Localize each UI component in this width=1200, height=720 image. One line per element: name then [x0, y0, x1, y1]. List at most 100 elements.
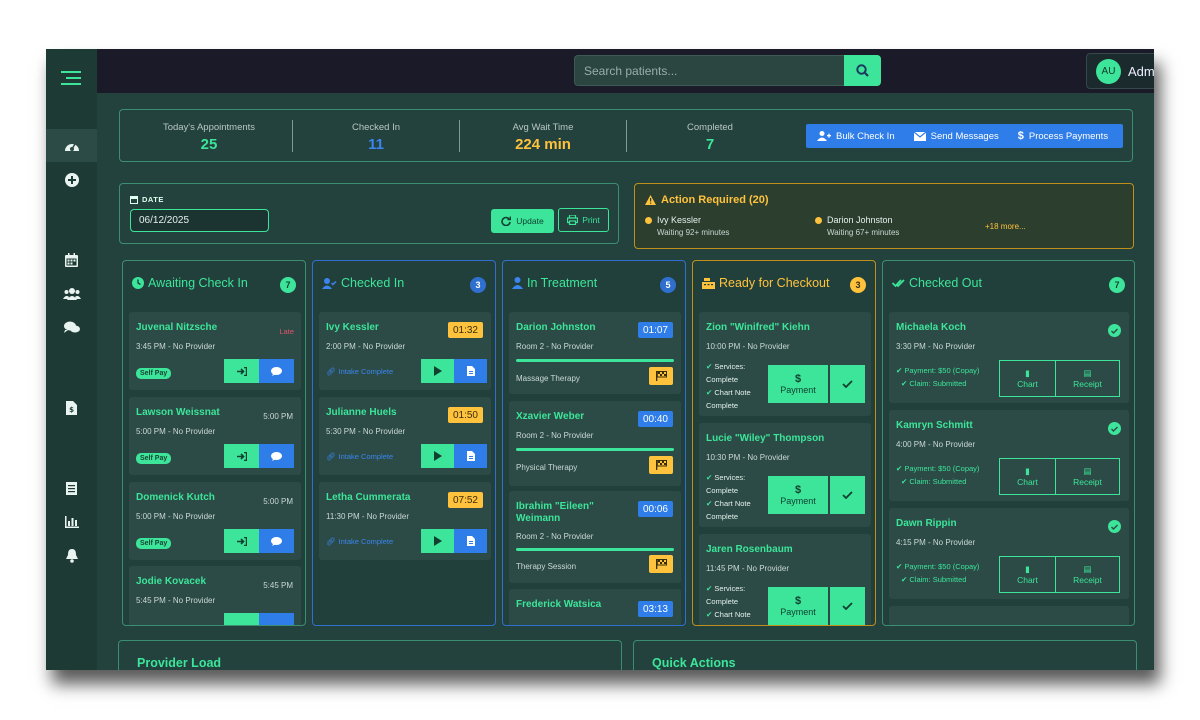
check-in-button[interactable] — [224, 529, 259, 553]
process-payments-button[interactable]: $ Process Payments — [1018, 130, 1108, 142]
column-title-wrap: Checked In — [322, 276, 404, 290]
print-button[interactable]: Print — [558, 208, 609, 232]
patient-card[interactable]: Lucie "Wiley" Thompson 10:30 PM - No Pro… — [699, 423, 871, 527]
start-treatment-button[interactable] — [421, 359, 454, 383]
document-button[interactable] — [454, 359, 487, 383]
patient-card[interactable]: Ibrahim "Eileen" Weimann 00:06 Room 2 - … — [509, 491, 681, 583]
action-item[interactable]: Ivy Kessler Waiting 92+ minutes — [645, 215, 729, 237]
search-input[interactable] — [574, 55, 844, 86]
patient-card[interactable]: Juvenal Nitzsche Late 3:45 PM - No Provi… — [129, 312, 301, 390]
appointment-time: 4:00 PM - No Provider — [896, 440, 976, 449]
patient-card[interactable]: Domenick Kutch 5:00 PM 5:00 PM - No Prov… — [129, 482, 301, 560]
room-info: Room 2 - No Provider — [516, 342, 594, 351]
payment-button[interactable]: $ Payment — [768, 587, 828, 625]
patient-card[interactable]: Jaren Rosenbaum 11:45 PM - No Provider ✔… — [699, 534, 871, 625]
stat-value: 7 — [705, 136, 715, 153]
patient-name: Letha Cummerata — [326, 492, 411, 503]
menu-toggle-icon[interactable] — [46, 61, 97, 94]
message-button[interactable] — [259, 529, 294, 553]
insurance-badge: Self Pay — [136, 538, 172, 549]
room-info: Room 2 - No Provider — [516, 532, 594, 541]
service-name: Physical Therapy — [516, 463, 578, 472]
flag-checkered-icon — [655, 371, 667, 381]
finish-button[interactable] — [649, 456, 673, 474]
scheduled-time: 5:45 PM — [263, 581, 293, 590]
complete-checkout-button[interactable] — [830, 365, 865, 403]
check-in-button[interactable] — [224, 444, 259, 468]
patient-card[interactable]: Darion Johnston 01:07 Room 2 - No Provid… — [509, 312, 681, 394]
column-title: In Treatment — [527, 276, 598, 290]
stat-value: 224 min — [515, 136, 571, 153]
bar-chart-icon[interactable] — [46, 505, 97, 538]
bulk-check-in-button[interactable]: Bulk Check In — [817, 131, 895, 142]
action-item[interactable]: Darion Johnston Waiting 67+ minutes — [815, 215, 899, 237]
check-icon — [842, 602, 853, 610]
treatment-progress — [516, 359, 674, 362]
calendar-icon[interactable] — [46, 243, 97, 276]
date-label: DATE — [142, 195, 164, 204]
patient-card[interactable]: Letha Cummerata 07:52 11:30 PM - No Prov… — [319, 482, 491, 560]
comment-icon — [271, 536, 282, 546]
bell-icon[interactable] — [46, 539, 97, 572]
chart-button[interactable]: ▮ Chart — [999, 556, 1056, 593]
start-treatment-button[interactable] — [421, 529, 454, 553]
refresh-icon — [501, 216, 512, 226]
patient-card[interactable]: Kamryn Schmitt 4:00 PM - No Provider ✔ P… — [889, 410, 1129, 501]
message-button[interactable] — [259, 613, 294, 625]
check-in-button[interactable] — [224, 359, 259, 383]
complete-checkout-button[interactable] — [830, 587, 865, 625]
check-icon — [842, 491, 853, 499]
update-button[interactable]: Update — [491, 209, 554, 233]
patient-card[interactable]: Dawn Rippin 4:15 PM - No Provider ✔ Paym… — [889, 508, 1129, 599]
intake-status-label: Intake Complete — [338, 452, 394, 461]
finish-button[interactable] — [649, 367, 673, 385]
document-button[interactable] — [454, 444, 487, 468]
patient-card[interactable]: Julianne Huels 01:50 5:30 PM - No Provid… — [319, 397, 491, 475]
date-input[interactable]: 06/12/2025 — [130, 209, 269, 232]
dashboard-icon[interactable] — [46, 129, 97, 162]
start-treatment-button[interactable] — [421, 444, 454, 468]
search-button[interactable] — [844, 55, 881, 86]
print-label: Print — [582, 215, 600, 225]
chart-button[interactable]: ▮ Chart — [999, 360, 1056, 397]
patient-name: Juvenal Nitzsche — [136, 322, 218, 333]
users-icon[interactable] — [46, 277, 97, 310]
patient-card[interactable] — [889, 606, 1129, 625]
receipt-button[interactable]: ▤ Receipt — [1055, 556, 1120, 593]
appointment-time: 10:00 PM - No Provider — [706, 342, 790, 351]
chart-button[interactable]: ▮ Chart — [999, 458, 1056, 495]
payment-button[interactable]: $ Payment — [768, 476, 828, 514]
document-button[interactable] — [454, 529, 487, 553]
receipt-button[interactable]: ▤ Receipt — [1055, 458, 1120, 495]
add-icon[interactable] — [46, 163, 97, 196]
finish-button[interactable] — [649, 555, 673, 573]
action-item-sub: Waiting 92+ minutes — [657, 228, 730, 237]
patient-card[interactable]: Frederick Watsica 03:13 — [509, 589, 681, 625]
patient-card[interactable]: Lawson Weissnat 5:00 PM 5:00 PM - No Pro… — [129, 397, 301, 475]
user-menu[interactable]: AU Admin — [1086, 53, 1154, 89]
patient-card[interactable]: Jodie Kovacek 5:45 PM 5:45 PM - No Provi… — [129, 566, 301, 625]
late-badge: Late — [279, 327, 294, 336]
patient-name: Xzavier Weber — [516, 411, 585, 422]
app-window: $ AU Admin Today's Appointments 25 — [46, 49, 1154, 670]
receipt-icon: ▤ — [1083, 564, 1092, 574]
clipboard-icon[interactable] — [46, 471, 97, 504]
patient-card[interactable]: Ivy Kessler 01:32 2:00 PM - No Provider … — [319, 312, 491, 390]
payment-button[interactable]: $ Payment — [768, 365, 828, 403]
chat-icon[interactable] — [46, 311, 97, 344]
message-button[interactable] — [259, 444, 294, 468]
invoice-icon[interactable]: $ — [46, 391, 97, 424]
appointment-time: 10:30 PM - No Provider — [706, 453, 790, 462]
checklist-services-status: Complete — [706, 486, 739, 495]
patient-card[interactable]: Xzavier Weber 00:40 Room 2 - No Provider… — [509, 401, 681, 486]
play-icon — [433, 451, 442, 461]
panel-title: Provider Load — [137, 656, 222, 670]
patient-card[interactable]: Zion "Winifred" Kiehn 10:00 PM - No Prov… — [699, 312, 871, 416]
check-in-button[interactable] — [224, 613, 259, 625]
patient-card[interactable]: Michaela Koch 3:30 PM - No Provider ✔ Pa… — [889, 312, 1129, 403]
message-button[interactable] — [259, 359, 294, 383]
more-link[interactable]: +18 more... — [985, 222, 1026, 231]
complete-checkout-button[interactable] — [830, 476, 865, 514]
send-messages-button[interactable]: Send Messages — [913, 131, 999, 142]
receipt-button[interactable]: ▤ Receipt — [1055, 360, 1120, 397]
